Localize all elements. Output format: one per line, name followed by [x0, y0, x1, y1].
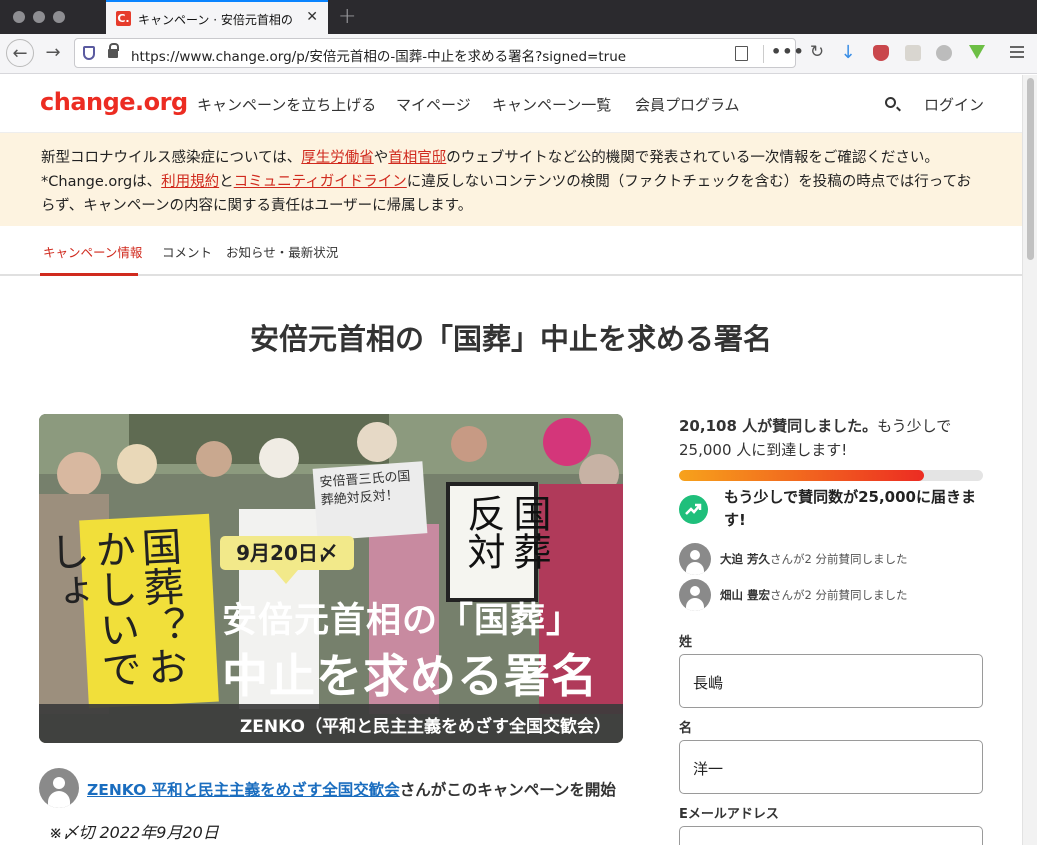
last-name-label: 姓: [679, 635, 693, 650]
signer-text: 大迫 芳久さんが2 分前賛同しました: [720, 551, 908, 567]
starter-text: ZENKO 平和と民主主義をめざす全国交歓会さんがこのキャンペーンを開始: [87, 778, 616, 800]
terms-link[interactable]: 利用規約: [161, 174, 219, 190]
starter-avatar-icon: [39, 768, 79, 808]
community-guidelines-link[interactable]: コミュニティガイドライン: [234, 174, 407, 190]
url-divider: [763, 45, 764, 63]
trending-up-icon: [679, 495, 708, 524]
notice-text-part: や: [373, 150, 389, 166]
white-sign-text: 国葬反対: [461, 494, 551, 570]
browser-tab-active[interactable]: C. キャンペーン · 安倍元首相の「国葬」中止を求める署名 ✕: [106, 0, 328, 34]
deadline-note: ※〆切 2022年9月20日: [49, 823, 219, 842]
signer-name: 畑山 豊宏: [720, 588, 771, 602]
back-button[interactable]: ←: [6, 39, 34, 67]
hero-headline-line1: 安倍元首相の「国葬」: [222, 601, 583, 641]
browser-nav-bar: ← → https://www.change.org/p/安倍元首相の-国葬-中…: [0, 34, 1037, 74]
window-close-button[interactable]: [13, 11, 25, 23]
nav-campaign-list[interactable]: キャンペーン一覧: [492, 94, 611, 115]
tab-comments[interactable]: コメント: [162, 242, 212, 261]
trending-up-arrow-icon: [685, 503, 702, 515]
hamburger-menu-icon[interactable]: [1010, 46, 1024, 61]
search-icon[interactable]: [885, 97, 896, 108]
green-download-arrow-icon[interactable]: [969, 45, 985, 59]
reload-icon[interactable]: ↻: [803, 39, 831, 67]
notice-text-part: と: [219, 174, 234, 190]
mhlw-link[interactable]: 厚生労働省: [301, 150, 374, 166]
yellow-protest-sign: 国葬？おかしいでしょ: [41, 513, 219, 709]
tab-close-icon[interactable]: ✕: [306, 9, 318, 25]
campaign-hero-image: 安倍晋三氏の国葬絶対反対！ 国葬？おかしいでしょ 国葬反対 9月20日〆 安倍元…: [39, 414, 623, 743]
url-text[interactable]: https://www.change.org/p/安倍元首相の-国葬-中止を求め…: [131, 45, 626, 65]
extension-dots-icon[interactable]: [936, 45, 952, 61]
handwritten-sign-small: 安倍晋三氏の国葬絶対反対！: [312, 461, 428, 541]
notice-text-part: 新型コロナウイルス感染症については、: [41, 150, 302, 166]
page-scrollbar[interactable]: [1022, 75, 1037, 845]
yellow-sign-text: 国葬？おかしいでしょ: [41, 525, 188, 690]
signature-progress-bar: [679, 470, 983, 481]
first-name-label: 名: [679, 721, 693, 736]
starter-suffix: さんがこのキャンペーンを開始: [399, 781, 616, 799]
deadline-badge: 9月20日〆: [220, 536, 354, 584]
hero-org-band: ZENKO（平和と民主主義をめざす全国交歓会）: [39, 704, 623, 743]
notice-text: 新型コロナウイルス感染症については、厚生労働省や首相官邸のウェブサイトなど公的機…: [41, 146, 981, 218]
lock-icon[interactable]: [108, 43, 119, 58]
tab-updates[interactable]: お知らせ・最新状況: [226, 242, 338, 261]
change-org-logo[interactable]: change.org: [40, 88, 188, 116]
site-header: change.org キャンペーンを立ち上げる マイページ キャンペーン一覧 会…: [0, 75, 1022, 132]
login-link[interactable]: ログイン: [924, 94, 984, 115]
window-zoom-button[interactable]: [53, 11, 65, 23]
url-bar[interactable]: https://www.change.org/p/安倍元首相の-国葬-中止を求め…: [74, 38, 804, 68]
extension-icon[interactable]: [905, 45, 921, 61]
progress-fill: [679, 470, 924, 481]
hero-org-name: ZENKO（平和と民主主義をめざす全国交歓会）: [239, 717, 611, 737]
scrollbar-thumb[interactable]: [1027, 78, 1034, 260]
signer-avatar-icon: [679, 543, 711, 575]
campaign-tabs: キャンペーン情報 コメント お知らせ・最新状況: [0, 226, 1022, 276]
reader-view-icon[interactable]: [735, 46, 748, 61]
signer-name: 大迫 芳久: [720, 552, 771, 566]
page-actions-more-icon[interactable]: •••: [771, 42, 805, 61]
hero-headline-line2: 中止を求める署名: [222, 649, 598, 703]
download-icon[interactable]: ↓: [834, 39, 862, 67]
ublock-shield-icon[interactable]: [873, 45, 889, 61]
starter-org-link[interactable]: ZENKO 平和と民主主義をめざす全国交歓会: [87, 781, 400, 799]
recent-signer: 大迫 芳久さんが2 分前賛同しました: [679, 543, 983, 575]
recent-signer: 畑山 豊宏さんが2 分前賛同しました: [679, 579, 983, 611]
nav-membership[interactable]: 会員プログラム: [635, 94, 740, 115]
goal-message: もう少しで賛同数が25,000に届きます!: [724, 488, 976, 529]
last-name-field[interactable]: 長嶋: [679, 654, 983, 708]
nav-my-page[interactable]: マイページ: [396, 94, 471, 115]
new-tab-button[interactable]: +: [338, 4, 356, 29]
web-page: change.org キャンペーンを立ち上げる マイページ キャンペーン一覧 会…: [0, 75, 1022, 845]
campaign-starter: ZENKO 平和と民主主義をめざす全国交歓会さんがこのキャンペーンを開始: [39, 768, 639, 808]
tab-campaign-info[interactable]: キャンペーン情報: [43, 242, 142, 261]
signer-avatar-icon: [679, 579, 711, 611]
active-tab-indicator: [40, 273, 138, 276]
change-org-favicon-icon: C.: [116, 11, 131, 26]
email-label: Eメールアドレス: [679, 807, 779, 822]
nav-start-campaign[interactable]: キャンペーンを立ち上げる: [197, 94, 376, 115]
signature-count: 20,108 人が賛同しました。もう少しで 25,000 人に到達します!: [679, 414, 979, 462]
first-name-field[interactable]: 洋一: [679, 740, 983, 794]
page-title: 安倍元首相の「国葬」中止を求める署名: [249, 322, 772, 356]
forward-button[interactable]: →: [39, 39, 67, 67]
signer-time: さんが2 分前賛同しました: [770, 588, 908, 602]
signer-time: さんが2 分前賛同しました: [770, 552, 908, 566]
covid-notice-banner: 新型コロナウイルス感染症については、厚生労働省や首相官邸のウェブサイトなど公的機…: [0, 132, 1022, 226]
browser-tab-bar: C. キャンペーン · 安倍元首相の「国葬」中止を求める署名 ✕ +: [0, 0, 1037, 34]
signature-count-number: 20,108 人が賛同しました。: [679, 417, 878, 435]
window-minimize-button[interactable]: [33, 11, 45, 23]
kantei-link[interactable]: 首相官邸: [388, 150, 446, 166]
signer-text: 畑山 豊宏さんが2 分前賛同しました: [720, 587, 908, 603]
tab-title: キャンペーン · 安倍元首相の「国葬」中止を求める署名: [138, 13, 298, 27]
white-protest-sign: 国葬反対: [446, 482, 551, 602]
email-field[interactable]: [679, 826, 983, 845]
tracking-protection-shield-icon[interactable]: [83, 46, 95, 60]
